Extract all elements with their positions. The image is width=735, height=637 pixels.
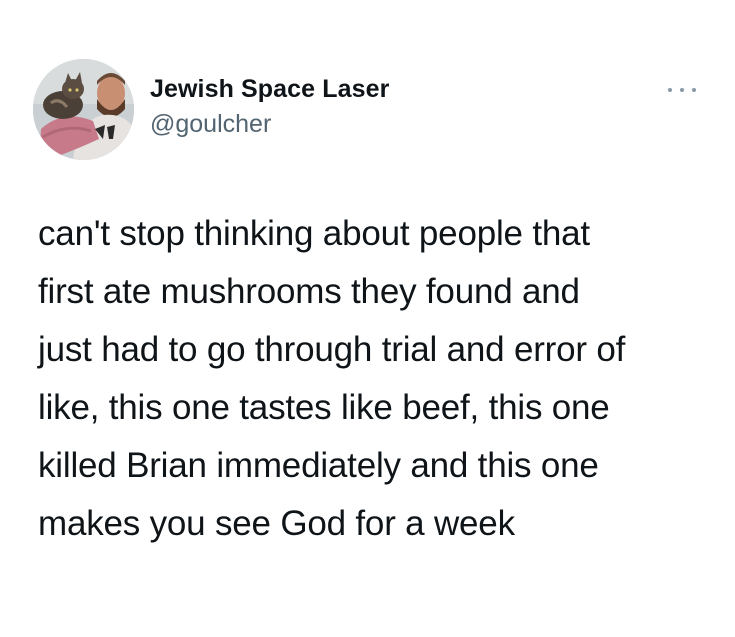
- display-name[interactable]: Jewish Space Laser: [150, 75, 389, 104]
- tweet-card: Jewish Space Laser @goulcher can't stop …: [0, 0, 735, 637]
- avatar[interactable]: [33, 59, 134, 160]
- tweet-text-line: makes you see God for a week: [38, 504, 515, 543]
- tweet-text-line: can't stop thinking about people that: [38, 214, 590, 253]
- user-handle[interactable]: @goulcher: [150, 110, 271, 139]
- tweet-text: can't stop thinking about people that fi…: [38, 205, 708, 553]
- tweet-text-line: just had to go through trial and error o…: [38, 330, 626, 369]
- dot: [680, 88, 684, 92]
- tweet-text-line: killed Brian immediately and this one: [38, 446, 599, 485]
- avatar-photo: [33, 59, 134, 160]
- tweet-text-line: like, this one tastes like beef, this on…: [38, 388, 610, 427]
- dot: [692, 88, 696, 92]
- more-horizontal-icon[interactable]: [668, 83, 696, 97]
- tweet-text-line: first ate mushrooms they found and: [38, 272, 580, 311]
- dot: [668, 88, 672, 92]
